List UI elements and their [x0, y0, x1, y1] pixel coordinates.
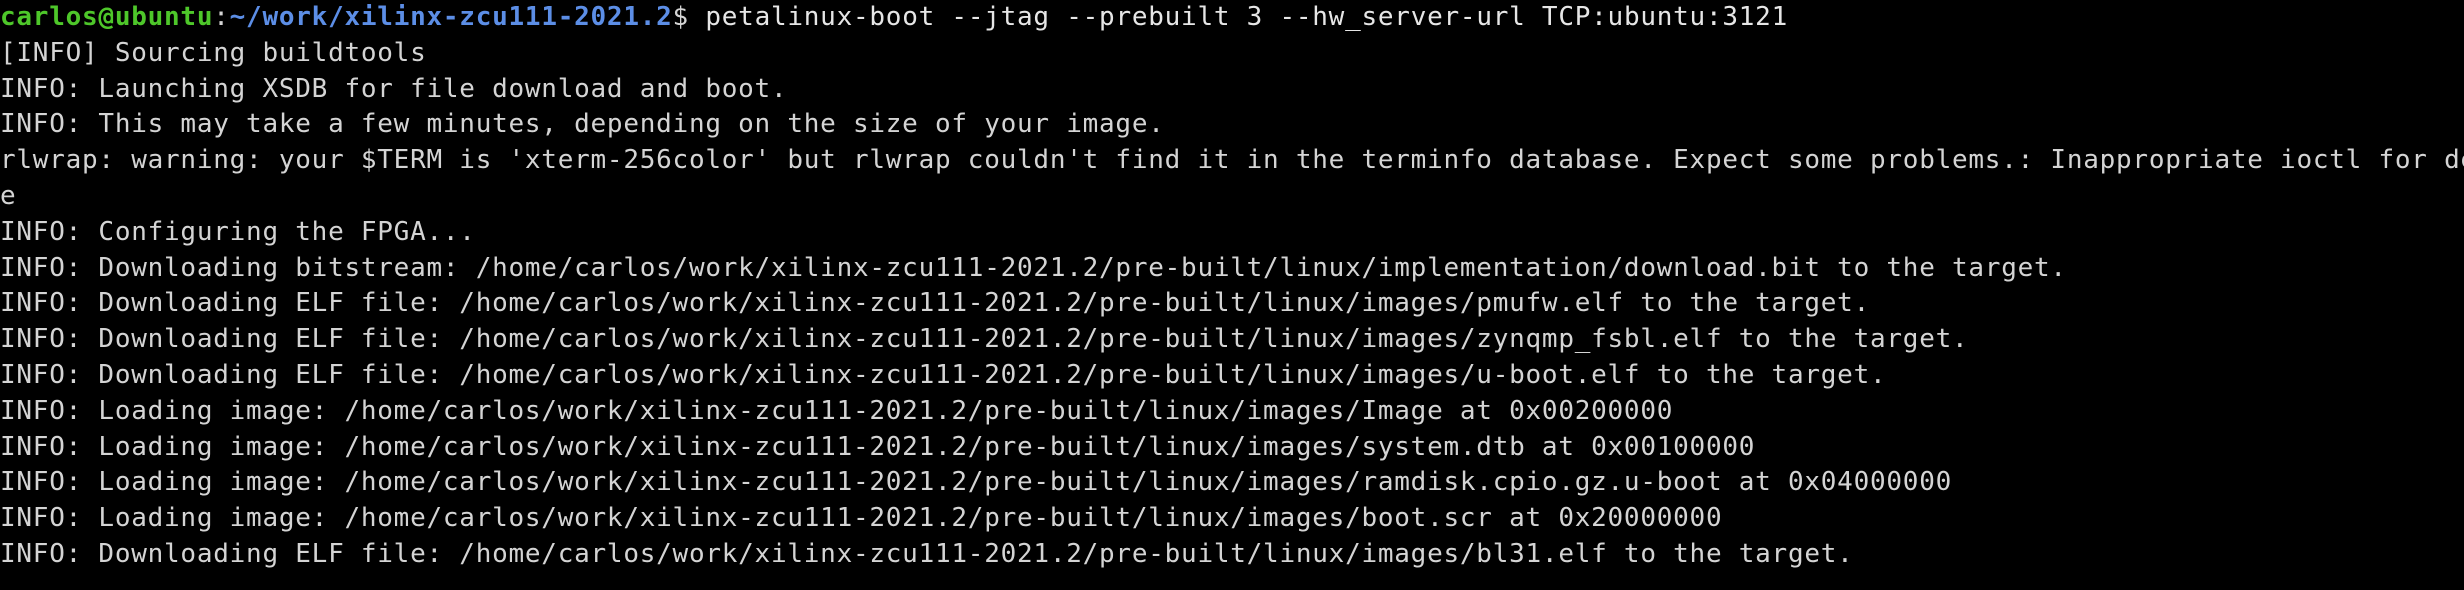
output-line: INFO: Downloading ELF file: /home/carlos… [0, 324, 1969, 355]
output-line: e [0, 180, 17, 211]
terminal-output: carlos@ubuntu:~/work/xilinx-zcu111-2021.… [0, 0, 2464, 573]
output-line: INFO: Launching XSDB for file download a… [0, 73, 788, 104]
prompt-path: ~/work/xilinx-zcu111-2021.2 [229, 2, 673, 32]
output-line: INFO: Loading image: /home/carlos/work/x… [0, 395, 1674, 426]
output-line: INFO: This may take a few minutes, depen… [0, 109, 1165, 140]
output-line: INFO: Downloading ELF file: /home/carlos… [0, 538, 1854, 569]
command-text: petalinux-boot --jtag --prebuilt 3 --hw_… [705, 2, 1788, 32]
terminal-window[interactable]: carlos@ubuntu:~/work/xilinx-zcu111-2021.… [0, 0, 2464, 590]
output-line: rlwrap: warning: your $TERM is 'xterm-25… [0, 145, 2464, 176]
output-line: INFO: Loading image: /home/carlos/work/x… [0, 503, 1723, 534]
output-line: INFO: Configuring the FPGA... [0, 216, 476, 247]
prompt-symbol: $ [672, 2, 706, 32]
output-line: INFO: Downloading bitstream: /home/carlo… [0, 252, 2067, 283]
command-line: carlos@ubuntu:~/work/xilinx-zcu111-2021.… [0, 0, 2464, 36]
prompt-user-host: carlos@ubuntu [0, 2, 214, 32]
output-line: INFO: Downloading ELF file: /home/carlos… [0, 359, 1887, 390]
prompt-separator: : [213, 2, 230, 32]
output-line: INFO: Loading image: /home/carlos/work/x… [0, 431, 1756, 462]
output-line: INFO: Downloading ELF file: /home/carlos… [0, 288, 1870, 319]
output-line: [INFO] Sourcing buildtools [0, 37, 427, 68]
output-line: INFO: Loading image: /home/carlos/work/x… [0, 467, 1952, 498]
